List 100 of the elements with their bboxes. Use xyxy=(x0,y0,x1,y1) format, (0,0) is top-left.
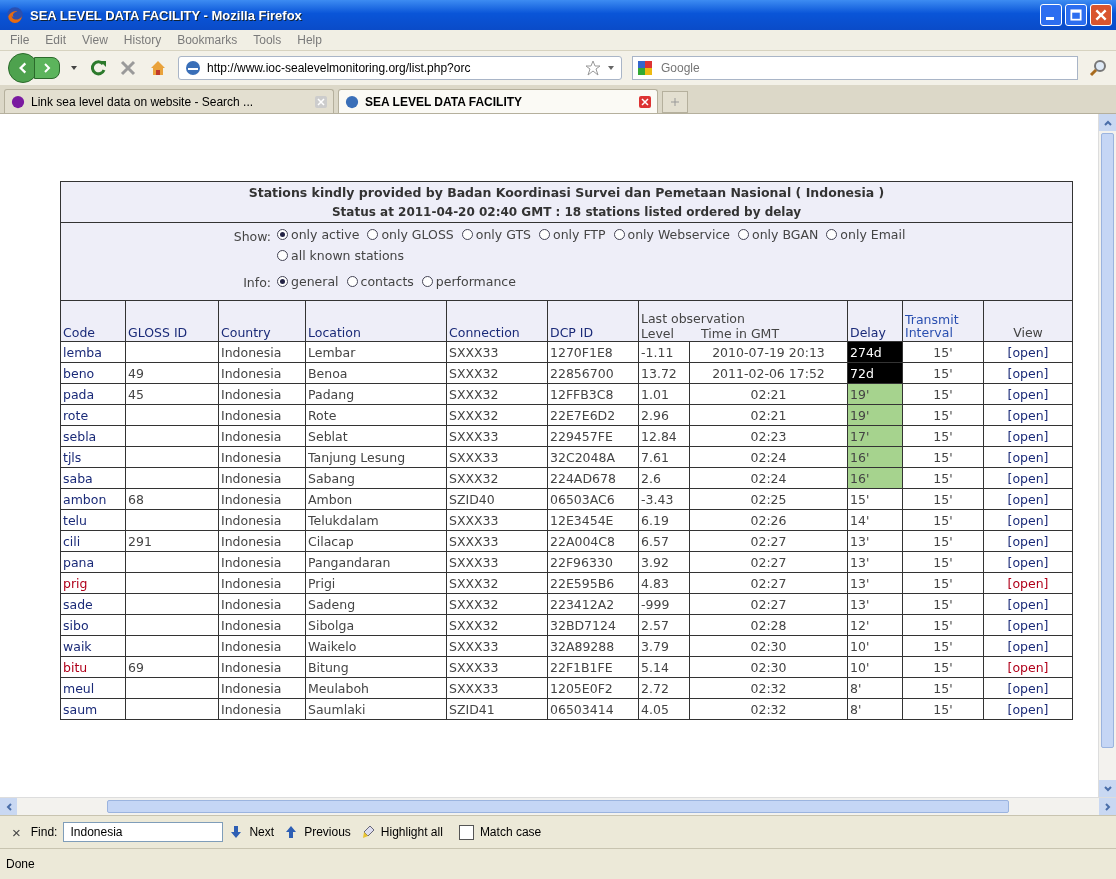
dropdown-arrow-icon[interactable] xyxy=(607,64,615,72)
station-code-link[interactable]: saum xyxy=(60,698,126,720)
menu-item[interactable]: Bookmarks xyxy=(171,33,244,47)
info-radio[interactable]: contacts xyxy=(346,273,414,290)
address-bar[interactable]: http://www.ioc-sealevelmonitoring.org/list.php?orc xyxy=(178,56,622,80)
station-code-link[interactable]: ambon xyxy=(60,488,126,510)
filter-radio[interactable]: only GLOSS xyxy=(367,227,454,242)
station-code-link[interactable]: meul xyxy=(60,677,126,699)
next-button[interactable]: Next xyxy=(249,825,275,839)
horizontal-scrollbar[interactable] xyxy=(0,797,1116,815)
previous-button[interactable]: Previous xyxy=(304,825,351,839)
station-code-link[interactable]: pana xyxy=(60,551,126,573)
maximize-button[interactable] xyxy=(1065,4,1087,26)
info-radio[interactable]: general xyxy=(277,273,339,290)
info-radio[interactable]: performance xyxy=(421,273,516,290)
column-header[interactable]: Transmit Interval xyxy=(902,300,984,342)
filter-radio[interactable]: only FTP xyxy=(539,227,606,242)
station-code-link[interactable]: tjls xyxy=(60,446,126,468)
close-find-button[interactable]: × xyxy=(8,823,25,841)
menu-item[interactable]: Tools xyxy=(247,33,288,47)
table-cell: Sadeng xyxy=(305,593,447,615)
open-link[interactable]: [open] xyxy=(983,572,1073,594)
station-code-link[interactable]: pada xyxy=(60,383,126,405)
filter-radio[interactable]: only active xyxy=(277,227,360,242)
search-icon[interactable] xyxy=(1088,58,1108,78)
station-code-link[interactable]: beno xyxy=(60,362,126,384)
table-cell: 15' xyxy=(902,551,984,573)
stop-icon[interactable] xyxy=(118,58,138,78)
open-link[interactable]: [open] xyxy=(983,341,1073,363)
table-cell: 15' xyxy=(902,383,984,405)
delay-cell: 13' xyxy=(847,593,903,615)
filter-radio[interactable]: all known stations xyxy=(277,248,405,263)
table-cell: 2011-02-06 17:52 xyxy=(689,362,848,384)
open-link[interactable]: [open] xyxy=(983,614,1073,636)
open-link[interactable]: [open] xyxy=(983,404,1073,426)
forward-button[interactable] xyxy=(34,57,60,79)
group-label: Last observation xyxy=(640,311,746,326)
open-link[interactable]: [open] xyxy=(983,656,1073,678)
station-code-link[interactable]: sebla xyxy=(60,425,126,447)
table-cell: SXXX32 xyxy=(446,593,548,615)
browser-tab[interactable]: SEA LEVEL DATA FACILITY xyxy=(338,89,658,113)
table-cell: Indonesia xyxy=(218,614,306,636)
search-field[interactable]: Google xyxy=(632,56,1078,80)
column-header: DCP ID xyxy=(547,300,639,342)
filter-radio[interactable]: only GTS xyxy=(461,227,531,242)
open-link[interactable]: [open] xyxy=(983,509,1073,531)
station-code-link[interactable]: waik xyxy=(60,635,126,657)
filter-radio[interactable]: only Webservice xyxy=(613,227,730,242)
find-field[interactable]: Indonesia xyxy=(63,822,224,842)
station-code-link[interactable]: prig xyxy=(60,572,126,594)
menu-item[interactable]: View xyxy=(76,33,114,47)
open-link[interactable]: [open] xyxy=(983,425,1073,447)
station-code-link[interactable]: sade xyxy=(60,593,126,615)
dropdown-arrow-icon[interactable] xyxy=(70,64,78,72)
open-link[interactable]: [open] xyxy=(983,446,1073,468)
filter-radio[interactable]: only BGAN xyxy=(738,227,819,242)
station-code-link[interactable]: lemba xyxy=(60,341,126,363)
open-link[interactable]: [open] xyxy=(983,551,1073,573)
open-link[interactable]: [open] xyxy=(983,677,1073,699)
open-link[interactable]: [open] xyxy=(983,593,1073,615)
open-link[interactable]: [open] xyxy=(983,635,1073,657)
table-cell: 02:26 xyxy=(689,509,848,531)
open-link[interactable]: [open] xyxy=(983,383,1073,405)
star-icon[interactable] xyxy=(585,60,601,76)
reload-icon[interactable] xyxy=(88,58,108,78)
station-code-link[interactable]: bitu xyxy=(60,656,126,678)
highlight-all-button[interactable]: Highlight all xyxy=(380,825,443,839)
table-cell: Rote xyxy=(305,404,447,426)
scroll-right-icon[interactable] xyxy=(1102,801,1113,812)
open-link[interactable]: [open] xyxy=(983,530,1073,552)
firefox-logo-icon xyxy=(6,6,24,24)
filter-radio[interactable]: only Email xyxy=(826,227,906,242)
match-case-checkbox[interactable]: Match case xyxy=(458,824,542,840)
table-cell: Lembar xyxy=(305,341,447,363)
close-button[interactable] xyxy=(1090,4,1112,26)
station-code-link[interactable]: telu xyxy=(60,509,126,531)
column-header: Level xyxy=(640,326,675,341)
table-cell: SXXX33 xyxy=(446,341,548,363)
close-tab-icon[interactable] xyxy=(639,95,651,108)
open-link[interactable]: [open] xyxy=(983,488,1073,510)
minimize-button[interactable] xyxy=(1040,4,1062,26)
delay-cell: 10' xyxy=(847,635,903,657)
menu-item[interactable]: Edit xyxy=(39,33,73,47)
browser-tab[interactable]: Link sea level data on website - Search ... xyxy=(4,89,334,113)
vertical-scrollbar[interactable] xyxy=(1098,114,1116,797)
menu-item[interactable]: History xyxy=(117,33,168,47)
highlighter-icon xyxy=(360,825,375,839)
station-code-link[interactable]: saba xyxy=(60,467,126,489)
station-code-link[interactable]: rote xyxy=(60,404,126,426)
station-code-link[interactable]: cili xyxy=(60,530,126,552)
open-link[interactable]: [open] xyxy=(983,362,1073,384)
open-link[interactable]: [open] xyxy=(983,467,1073,489)
menu-item[interactable]: Help xyxy=(291,33,328,47)
scroll-down-icon[interactable] xyxy=(1102,783,1113,794)
table-cell: 02:32 xyxy=(689,677,848,699)
search-engine-icon[interactable] xyxy=(637,60,653,76)
station-code-link[interactable]: sibo xyxy=(60,614,126,636)
open-link[interactable]: [open] xyxy=(983,698,1073,720)
table-cell: Bitung xyxy=(305,656,447,678)
menu-item[interactable]: File xyxy=(4,33,36,47)
